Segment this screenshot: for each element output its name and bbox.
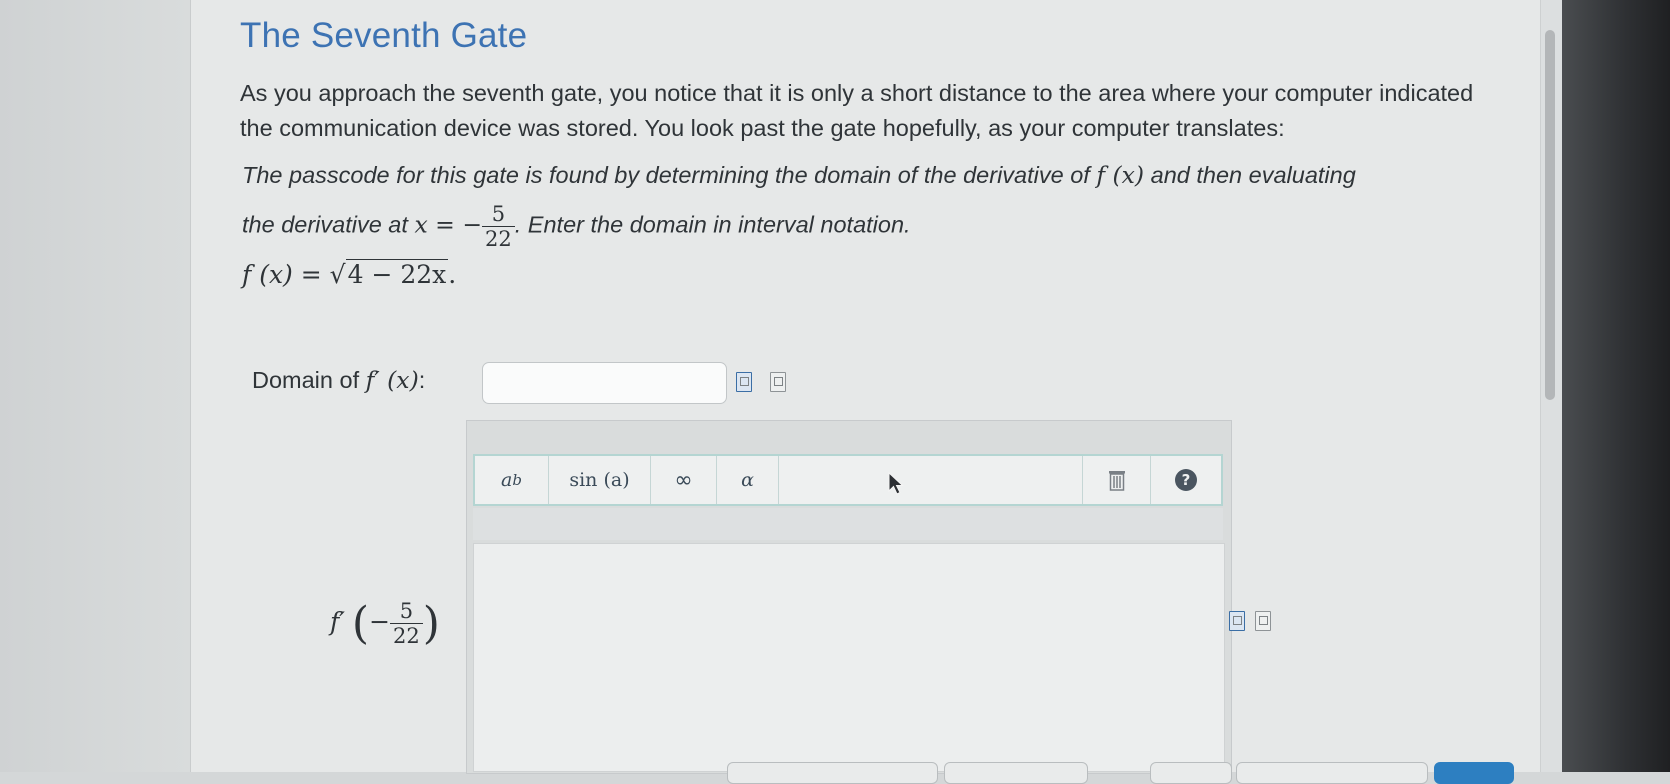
help-button[interactable]: ? bbox=[1151, 456, 1221, 504]
screen-bezel bbox=[1562, 0, 1670, 772]
prompt-fraction-denominator: 22 bbox=[482, 226, 515, 251]
derivative-fraction: 5 22 bbox=[390, 599, 423, 648]
domain-question-label: Domain of f′ (x): bbox=[252, 366, 425, 394]
prompt-fraction: 5 22 bbox=[482, 202, 515, 251]
footer-button-1[interactable] bbox=[727, 762, 938, 784]
power-button[interactable]: ab bbox=[475, 456, 549, 504]
footer-button-4[interactable] bbox=[1236, 762, 1428, 784]
prompt-text-c: the derivative at bbox=[242, 211, 408, 238]
derivative-answer-area[interactable] bbox=[473, 543, 1225, 772]
domain-label-text: Domain of bbox=[252, 367, 360, 393]
prompt-text-b: and then evaluating bbox=[1150, 162, 1356, 188]
footer-button-2[interactable] bbox=[944, 762, 1088, 784]
function-lhs: f (x) = bbox=[242, 260, 330, 289]
derivative-fraction-numerator: 5 bbox=[399, 599, 414, 623]
equation-editor-icon-2[interactable] bbox=[1229, 611, 1245, 631]
prompt-line-2: the derivative at x = −5 22. Enter the do… bbox=[242, 202, 911, 251]
trash-icon bbox=[1108, 471, 1125, 491]
page-title: The Seventh Gate bbox=[240, 16, 528, 55]
derivative-neg-sign: − bbox=[369, 607, 391, 637]
intro-paragraph: As you approach the seventh gate, you no… bbox=[240, 80, 1474, 141]
sin-button[interactable]: sin (a) bbox=[549, 456, 651, 504]
prompt-text-a: The passcode for this gate is found by d… bbox=[242, 162, 1090, 188]
equation-editor-icon[interactable] bbox=[736, 372, 752, 392]
domain-label-colon: : bbox=[418, 367, 426, 393]
power-exponent: b bbox=[512, 471, 522, 489]
trash-button[interactable] bbox=[1083, 456, 1151, 504]
left-gutter bbox=[0, 0, 190, 772]
prompt-x-equals: x = − bbox=[414, 210, 483, 239]
sqrt-radicand: 4 − 22x bbox=[345, 259, 449, 289]
derivative-f-prime: f′ bbox=[330, 607, 345, 637]
domain-label-math: f′ (x) bbox=[365, 366, 419, 394]
function-end: . bbox=[448, 260, 457, 289]
derivative-fraction-denominator: 22 bbox=[390, 623, 423, 648]
toolbar-strip bbox=[473, 508, 1223, 540]
scrollbar-thumb[interactable] bbox=[1545, 30, 1555, 400]
greek-alpha-button[interactable]: α bbox=[717, 456, 779, 504]
domain-answer-input[interactable] bbox=[482, 362, 727, 404]
toolbar-spacer bbox=[779, 456, 1083, 504]
help-icon: ? bbox=[1175, 469, 1197, 491]
power-base: a bbox=[501, 469, 513, 491]
preview-icon[interactable] bbox=[770, 372, 786, 392]
prompt-fraction-numerator: 5 bbox=[491, 202, 506, 226]
footer-primary-button[interactable] bbox=[1434, 762, 1514, 784]
sqrt-sign: √ bbox=[329, 260, 346, 289]
prompt-line-1: The passcode for this gate is found by d… bbox=[242, 158, 1492, 193]
function-definition: f (x) = √4 − 22x. bbox=[242, 259, 457, 290]
derivative-question-label: f′ (− 5 22) bbox=[330, 598, 440, 649]
preview-icon-2[interactable] bbox=[1255, 611, 1271, 631]
prompt-text-d: . Enter the domain in interval notation. bbox=[514, 211, 911, 238]
footer-button-3[interactable] bbox=[1150, 762, 1232, 784]
infinity-button[interactable]: ∞ bbox=[651, 456, 717, 504]
mouse-cursor-icon bbox=[888, 472, 904, 495]
prompt-function-fx: f (x) bbox=[1096, 161, 1145, 189]
equation-toolbar: ab sin (a) ∞ α ? bbox=[473, 454, 1223, 506]
